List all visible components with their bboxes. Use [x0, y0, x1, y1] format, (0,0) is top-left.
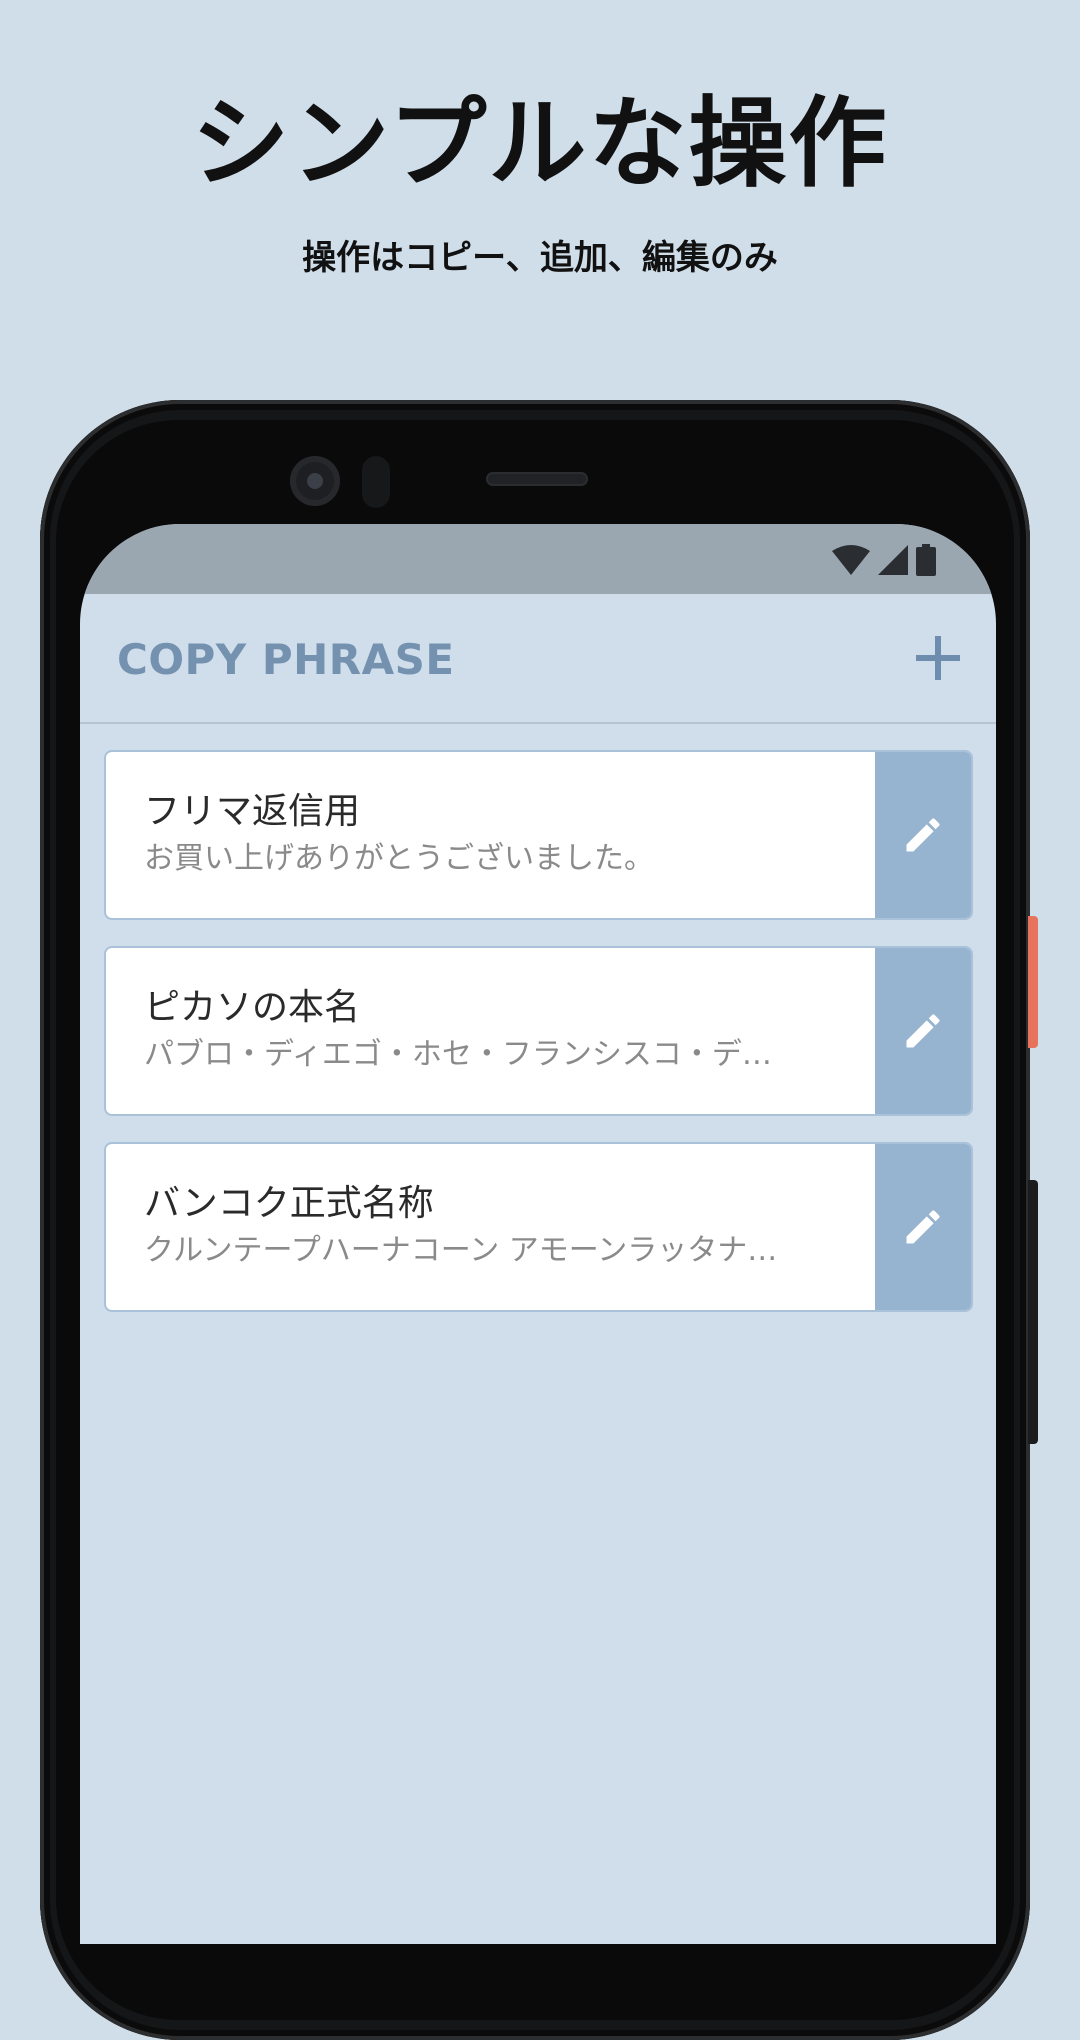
promo-headline: シンプルな操作 — [191, 87, 889, 201]
phrase-title: バンコク正式名称 — [144, 1183, 434, 1224]
wifi-icon — [832, 545, 870, 575]
signal-icon — [878, 545, 908, 575]
edit-phrase-button[interactable] — [875, 752, 971, 918]
edit-phrase-button[interactable] — [875, 948, 971, 1114]
power-button — [1028, 916, 1038, 1048]
phrase-list: フリマ返信用 お買い上げありがとうございました。 ピカソの本名 パブロ・ディエゴ… — [104, 750, 973, 1338]
status-bar — [80, 524, 996, 594]
phrase-copy-area[interactable]: フリマ返信用 お買い上げありがとうございました。 — [106, 752, 877, 918]
phrase-text: パブロ・ディエゴ・ホセ・フランシスコ・デ… — [144, 1037, 772, 1072]
phrase-title: ピカソの本名 — [144, 987, 361, 1028]
app-title: COPY PHRASE — [117, 635, 455, 684]
phrase-card: ピカソの本名 パブロ・ディエゴ・ホセ・フランシスコ・デ… — [104, 946, 973, 1116]
phrase-card: バンコク正式名称 クルンテープハーナコーン アモーンラッタナ… — [104, 1142, 973, 1312]
edit-phrase-button[interactable] — [875, 1144, 971, 1310]
app-bar: COPY PHRASE — [80, 594, 996, 724]
phrase-copy-area[interactable]: ピカソの本名 パブロ・ディエゴ・ホセ・フランシスコ・デ… — [106, 948, 877, 1114]
battery-icon — [916, 544, 936, 576]
pencil-icon — [906, 1014, 940, 1048]
proximity-sensor — [362, 456, 390, 508]
phrase-text: クルンテープハーナコーン アモーンラッタナ… — [144, 1233, 778, 1268]
phrase-copy-area[interactable]: バンコク正式名称 クルンテープハーナコーン アモーンラッタナ… — [106, 1144, 877, 1310]
phrase-title: フリマ返信用 — [144, 791, 361, 832]
add-phrase-button[interactable] — [910, 630, 966, 686]
pencil-icon — [906, 1210, 940, 1244]
phone-screen: COPY PHRASE フリマ返信用 お買い上げありがとうございました。 ピカソ… — [80, 524, 996, 1944]
pencil-icon — [906, 818, 940, 852]
status-icons — [832, 544, 936, 576]
front-camera — [290, 456, 340, 506]
volume-button — [1028, 1180, 1038, 1444]
phrase-card: フリマ返信用 お買い上げありがとうございました。 — [104, 750, 973, 920]
plus-icon — [916, 636, 960, 680]
promo-subheadline: 操作はコピー、追加、編集のみ — [302, 238, 778, 278]
earpiece-speaker — [486, 472, 588, 486]
phrase-text: お買い上げありがとうございました。 — [144, 841, 654, 876]
